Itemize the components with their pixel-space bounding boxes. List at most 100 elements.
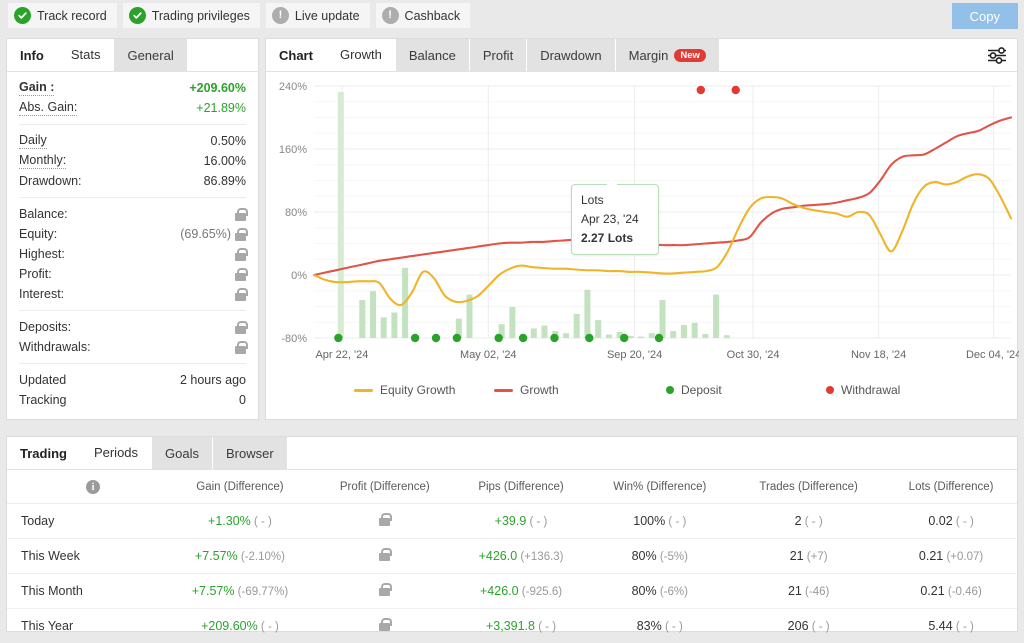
stat-value bbox=[235, 268, 246, 281]
legend-label: Withdrawal bbox=[841, 383, 900, 397]
status-badge-bar: Track record Trading privileges!Live upda… bbox=[0, 0, 1024, 31]
tab-label: Chart bbox=[279, 48, 313, 63]
new-badge: New bbox=[674, 49, 706, 62]
stat-label: Daily bbox=[19, 133, 47, 149]
exclamation-circle-icon: ! bbox=[272, 7, 289, 24]
divider bbox=[19, 363, 246, 364]
tab-label: Profit bbox=[483, 48, 513, 63]
legend-item-growth[interactable]: Growth bbox=[494, 383, 559, 397]
stat-row: Highest: bbox=[19, 244, 246, 264]
table-body: Today+1.30% ( - )+39.9 ( - )100% ( - )2 … bbox=[7, 504, 1017, 643]
stat-row: Deposits: bbox=[19, 317, 246, 337]
exclamation-circle-icon: ! bbox=[382, 7, 399, 24]
check-circle-icon bbox=[14, 7, 31, 24]
periods-table: i Gain (Difference) Profit (Difference) Pip… bbox=[7, 470, 1017, 643]
table-cell: 21 (+7) bbox=[732, 539, 885, 574]
col-header-label: Lots (Difference) bbox=[909, 481, 994, 493]
tab-periods[interactable]: Periods bbox=[81, 437, 151, 469]
stat-value bbox=[235, 341, 246, 354]
cell-value: +426.0 bbox=[480, 584, 519, 598]
tooltip-date: Apr 23, '24 bbox=[581, 212, 649, 226]
table-row[interactable]: This Month+7.57% (-69.77%)+426.0 (-925.6… bbox=[7, 574, 1017, 609]
status-badge-label: Track record bbox=[37, 9, 107, 23]
tab-chart[interactable]: Chart bbox=[266, 39, 326, 71]
tooltip-value: 2.27 Lots bbox=[581, 231, 649, 245]
tab-general[interactable]: General bbox=[114, 39, 186, 71]
legend-dot-swatch bbox=[826, 386, 834, 394]
table-cell: 5.44 ( - ) bbox=[885, 609, 1017, 643]
col-header-lotsdifference[interactable]: Lots (Difference) bbox=[885, 470, 1017, 504]
col-header-profitdifference[interactable]: Profit (Difference) bbox=[315, 470, 455, 504]
status-badge-3[interactable]: !Cashback bbox=[376, 3, 471, 28]
info-icon[interactable]: i bbox=[86, 480, 100, 494]
tab-margin[interactable]: MarginNew bbox=[616, 39, 719, 71]
table-cell: +426.0 (-925.6) bbox=[455, 574, 588, 609]
cell-difference: (+136.3) bbox=[517, 551, 563, 563]
cell-value: 2 bbox=[795, 514, 802, 528]
status-badge-0[interactable]: Track record bbox=[8, 3, 117, 28]
stat-row: Drawdown:86.89% bbox=[19, 171, 246, 191]
stat-row: Daily0.50% bbox=[19, 131, 246, 151]
table-row[interactable]: This Year+209.60% ( - )+3,391.8 ( - )83%… bbox=[7, 609, 1017, 643]
table-cell: +7.57% (-2.10%) bbox=[165, 539, 315, 574]
periods-tab-row: Trading PeriodsGoals Browser bbox=[7, 437, 1017, 470]
tab-goals[interactable]: Goals bbox=[152, 437, 212, 469]
cell-difference: (-925.6) bbox=[519, 586, 562, 598]
lock-icon bbox=[235, 208, 246, 221]
cell-value: 21 bbox=[788, 584, 802, 598]
stat-value bbox=[235, 248, 246, 261]
stat-value: 16.00% bbox=[204, 154, 246, 168]
svg-text:Nov 18, '24: Nov 18, '24 bbox=[851, 349, 906, 361]
tab-profit[interactable]: Profit bbox=[470, 39, 526, 71]
status-badge-2[interactable]: !Live update bbox=[266, 3, 370, 28]
cell-difference: ( - ) bbox=[809, 621, 830, 633]
status-badge-1[interactable]: Trading privileges bbox=[123, 3, 260, 28]
tab-browser[interactable]: Browser bbox=[213, 437, 287, 469]
stats-panel: InfoStatsGeneral Gain :+209.60%Abs. Gain… bbox=[6, 38, 259, 420]
col-header-info[interactable]: i bbox=[7, 470, 165, 504]
lock-icon bbox=[235, 341, 246, 354]
col-header-gaindifference[interactable]: Gain (Difference) bbox=[165, 470, 315, 504]
table-cell: 0.21 (-0.46) bbox=[885, 574, 1017, 609]
table-cell: +1.30% ( - ) bbox=[165, 504, 315, 539]
tab-label: Trading bbox=[20, 446, 67, 461]
tab-label: Browser bbox=[226, 446, 274, 461]
tab-growth[interactable]: Growth bbox=[327, 39, 395, 71]
lock-icon bbox=[235, 228, 246, 241]
legend-label: Equity Growth bbox=[380, 383, 455, 397]
table-row[interactable]: This Week+7.57% (-2.10%)+426.0 (+136.3)8… bbox=[7, 539, 1017, 574]
table-row[interactable]: Today+1.30% ( - )+39.9 ( - )100% ( - )2 … bbox=[7, 504, 1017, 539]
sliders-icon[interactable] bbox=[987, 47, 1007, 64]
legend-item-equitygrowth[interactable]: Equity Growth bbox=[354, 383, 455, 397]
copy-button[interactable]: Copy bbox=[952, 3, 1018, 29]
col-header-pipsdifference[interactable]: Pips (Difference) bbox=[455, 470, 588, 504]
tab-drawdown[interactable]: Drawdown bbox=[527, 39, 614, 71]
stat-row: Abs. Gain:+21.89% bbox=[19, 98, 246, 118]
tab-balance[interactable]: Balance bbox=[396, 39, 469, 71]
col-header-label: Gain (Difference) bbox=[196, 481, 283, 493]
cell-difference: (-0.46) bbox=[945, 586, 982, 598]
stat-row: Monthly:16.00% bbox=[19, 151, 246, 171]
tab-info[interactable]: Info bbox=[7, 39, 57, 71]
cell-value: 0.21 bbox=[920, 584, 944, 598]
table-cell: 80% (-6%) bbox=[587, 574, 732, 609]
tab-filler bbox=[720, 39, 1017, 71]
table-cell: 0.02 ( - ) bbox=[885, 504, 1017, 539]
table-cell: This Year bbox=[7, 609, 165, 643]
cell-difference: ( - ) bbox=[665, 516, 686, 528]
col-header-tradesdifference[interactable]: Trades (Difference) bbox=[732, 470, 885, 504]
stat-label: Deposits: bbox=[19, 320, 71, 334]
tab-trading[interactable]: Trading bbox=[7, 437, 80, 469]
tab-filler bbox=[288, 437, 1017, 469]
cell-difference: ( - ) bbox=[526, 516, 547, 528]
legend-item-deposit[interactable]: Deposit bbox=[666, 383, 722, 397]
col-header-label: Pips (Difference) bbox=[478, 481, 563, 493]
table-cell: 83% ( - ) bbox=[587, 609, 732, 643]
cell-difference: (-46) bbox=[802, 586, 829, 598]
cell-difference: (-2.10%) bbox=[238, 551, 285, 563]
chart-tooltip: Lots Apr 23, '24 2.27 Lots bbox=[571, 184, 659, 255]
cell-value: +7.57% bbox=[192, 584, 235, 598]
legend-item-withdrawal[interactable]: Withdrawal bbox=[826, 383, 900, 397]
col-header-windifference[interactable]: Win% (Difference) bbox=[587, 470, 732, 504]
tab-stats[interactable]: Stats bbox=[58, 39, 114, 71]
